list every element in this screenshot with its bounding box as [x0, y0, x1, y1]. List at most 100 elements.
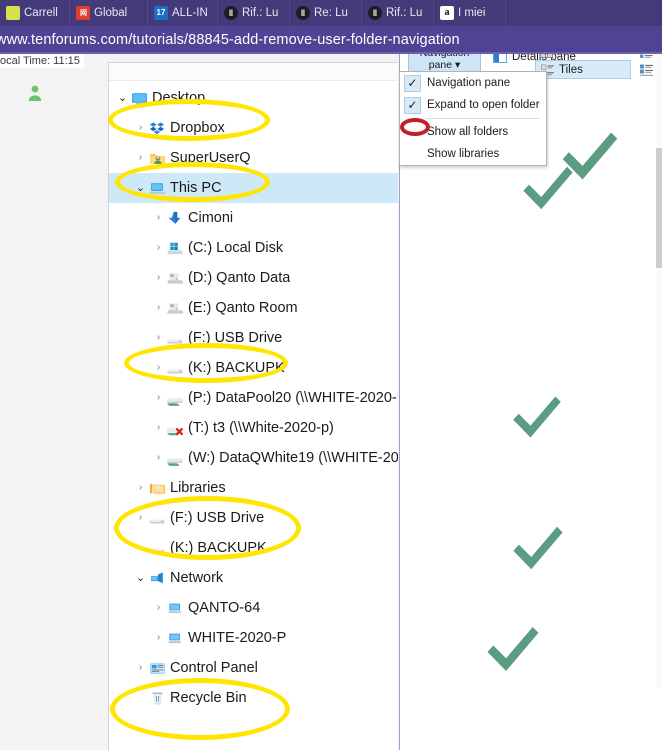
- tree-item[interactable]: › (F:) USB Drive: [109, 503, 398, 533]
- local-time-label: ocal Time: 11:15: [0, 54, 84, 68]
- site-icon: 网: [76, 6, 90, 20]
- address-bar-divider: [0, 52, 662, 54]
- tree-item[interactable]: › Dropbox: [109, 113, 398, 143]
- chevron-down-icon[interactable]: ⌄: [115, 92, 130, 104]
- browser-address-bar[interactable]: www.tenforums.com/tutorials/88845-add-re…: [0, 26, 662, 53]
- navigation-pane-label-line2: pane ▾: [428, 59, 461, 71]
- chevron-down-icon[interactable]: ⌄: [133, 572, 148, 584]
- content-view-icon: [640, 64, 653, 76]
- browser-tab[interactable]: 17 ALL-IN: [148, 0, 218, 26]
- chevron-right-icon[interactable]: ›: [151, 303, 166, 313]
- tree-item[interactable]: › (C:) Local Disk: [109, 233, 398, 263]
- menu-item[interactable]: ✓ Navigation pane: [400, 72, 546, 94]
- tree-item[interactable]: › (F:) USB Drive: [109, 323, 398, 353]
- mail-icon: ‖: [296, 6, 310, 20]
- chevron-right-icon[interactable]: ›: [151, 363, 166, 373]
- screenshot-root: ocal Time: 11:15 ⌄ Desktop › Dropbox › SuperU…: [0, 0, 662, 750]
- tree-item-label: Recycle Bin: [170, 690, 247, 706]
- tree-item-label: Network: [170, 570, 224, 586]
- menu-separator: [426, 118, 540, 119]
- chevron-right-icon[interactable]: ›: [151, 393, 166, 403]
- chevron-right-icon[interactable]: ›: [133, 543, 148, 553]
- chevron-right-icon[interactable]: ›: [133, 483, 148, 493]
- mail-icon: ‖: [368, 6, 382, 20]
- chevron-right-icon[interactable]: ›: [151, 213, 166, 223]
- tree-item[interactable]: › WHITE-2020-P: [109, 623, 398, 653]
- tree-item[interactable]: › Libraries: [109, 473, 398, 503]
- chevron-right-icon[interactable]: ›: [133, 663, 148, 673]
- view-option-label: Tiles: [559, 63, 583, 76]
- drive-icon: [166, 270, 185, 287]
- tree-item-label: WHITE-2020-P: [188, 630, 287, 646]
- tree-item[interactable]: › Cimoni: [109, 203, 398, 233]
- chevron-right-icon[interactable]: ›: [151, 273, 166, 283]
- tree-item-label: SuperUserQ: [170, 150, 251, 166]
- seventeen-icon: 17: [154, 6, 168, 20]
- menu-item[interactable]: Show libraries: [400, 143, 546, 165]
- menu-item[interactable]: ✓ Expand to open folder: [400, 94, 546, 116]
- tree-item[interactable]: › (T:) t3 (\\White-2020-p): [109, 413, 398, 443]
- tree-item[interactable]: › (K:) BACKUPK: [109, 533, 398, 563]
- tree-item[interactable]: › SuperUserQ: [109, 143, 398, 173]
- chevron-right-icon[interactable]: ›: [151, 603, 166, 613]
- tree-item[interactable]: ⌄ Network: [109, 563, 398, 593]
- tree-item[interactable]: › (W:) DataQWhite19 (\\WHITE-20: [109, 443, 398, 473]
- browser-tab[interactable]: ‖ Rif.: Lu: [362, 0, 434, 26]
- tree-item-label: (F:) USB Drive: [188, 330, 283, 346]
- checkmark-icon: ✓: [404, 74, 421, 92]
- tree-item[interactable]: Recycle Bin: [109, 683, 398, 713]
- menu-item-label: Show libraries: [427, 148, 500, 160]
- tree-item[interactable]: › (E:) Qanto Room: [109, 293, 398, 323]
- usb-drive-icon: [148, 510, 167, 527]
- menu-item-label: Show all folders: [427, 126, 509, 138]
- chevron-right-icon[interactable]: ›: [151, 633, 166, 643]
- left-explorer-window: ⌄ Desktop › Dropbox › SuperUserQ ⌄ This PC › Cimo…: [108, 62, 398, 750]
- left-window-titlebar: [109, 63, 398, 81]
- view-option[interactable]: Tiles: [535, 60, 631, 79]
- chevron-right-icon[interactable]: ›: [151, 423, 166, 433]
- chevron-right-icon[interactable]: ›: [133, 123, 148, 133]
- navigation-tree-left[interactable]: ⌄ Desktop › Dropbox › SuperUserQ ⌄ This PC › Cimo…: [109, 81, 398, 713]
- tree-item-label: (W:) DataQWhite19 (\\WHITE-20: [188, 450, 398, 466]
- scrollbar-thumb[interactable]: [656, 148, 662, 268]
- menu-item[interactable]: Show all folders: [400, 121, 546, 143]
- browser-tab-strip[interactable]: Carrell 网 Global 17 ALL-IN ‖ Rif.: Lu ‖ Re: Lu ‖ R…: [0, 0, 662, 26]
- navigation-pane-dropdown-menu[interactable]: ✓ Navigation pane ✓ Expand to open folder Sh…: [399, 71, 547, 166]
- drive-icon: [166, 300, 185, 317]
- browser-tab[interactable]: a I miei: [434, 0, 506, 26]
- chevron-right-icon[interactable]: ›: [133, 513, 148, 523]
- desktop-icon: [130, 90, 149, 107]
- tree-item[interactable]: › (D:) Qanto Data: [109, 263, 398, 293]
- tree-item-label: Desktop: [152, 90, 206, 106]
- tree-item-label: (K:) BACKUPK: [188, 360, 285, 376]
- browser-tab-label: Global: [94, 7, 128, 19]
- chevron-down-icon[interactable]: ⌄: [133, 182, 148, 194]
- browser-tab[interactable]: ‖ Rif.: Lu: [218, 0, 290, 26]
- browser-tab-label: Carrell: [24, 7, 58, 19]
- chevron-right-icon[interactable]: ›: [151, 243, 166, 253]
- mail-icon: ‖: [224, 6, 238, 20]
- tree-item[interactable]: › Control Panel: [109, 653, 398, 683]
- vertical-scrollbar[interactable]: [656, 18, 662, 688]
- chevron-right-icon[interactable]: ›: [151, 453, 166, 463]
- tree-item[interactable]: ⌄ This PC: [109, 173, 398, 203]
- checkmark-icon: ✓: [404, 96, 421, 114]
- usb-drive-icon: [148, 540, 167, 557]
- tree-item[interactable]: › QANTO-64: [109, 593, 398, 623]
- browser-tab-label: Re: Lu: [314, 7, 348, 19]
- chevron-right-icon[interactable]: ›: [151, 333, 166, 343]
- browser-tab[interactable]: Carrell: [0, 0, 70, 26]
- browser-tab[interactable]: ‖ Re: Lu: [290, 0, 362, 26]
- amazon-icon: a: [440, 6, 454, 20]
- browser-tab[interactable]: 网 Global: [70, 0, 148, 26]
- chevron-right-icon[interactable]: ›: [133, 153, 148, 163]
- person-avatar-icon: [28, 85, 42, 101]
- checkbox-empty-icon: [404, 146, 421, 163]
- tree-item-label: Libraries: [170, 480, 226, 496]
- tree-item[interactable]: › (P:) DataPool20 (\\WHITE-2020-P: [109, 383, 398, 413]
- tree-item-label: (C:) Local Disk: [188, 240, 284, 256]
- tree-item[interactable]: › (K:) BACKUPK: [109, 353, 398, 383]
- tree-item[interactable]: ⌄ Desktop: [109, 83, 398, 113]
- checkbox-empty-icon: [404, 124, 421, 141]
- windows-drive-icon: [166, 240, 185, 257]
